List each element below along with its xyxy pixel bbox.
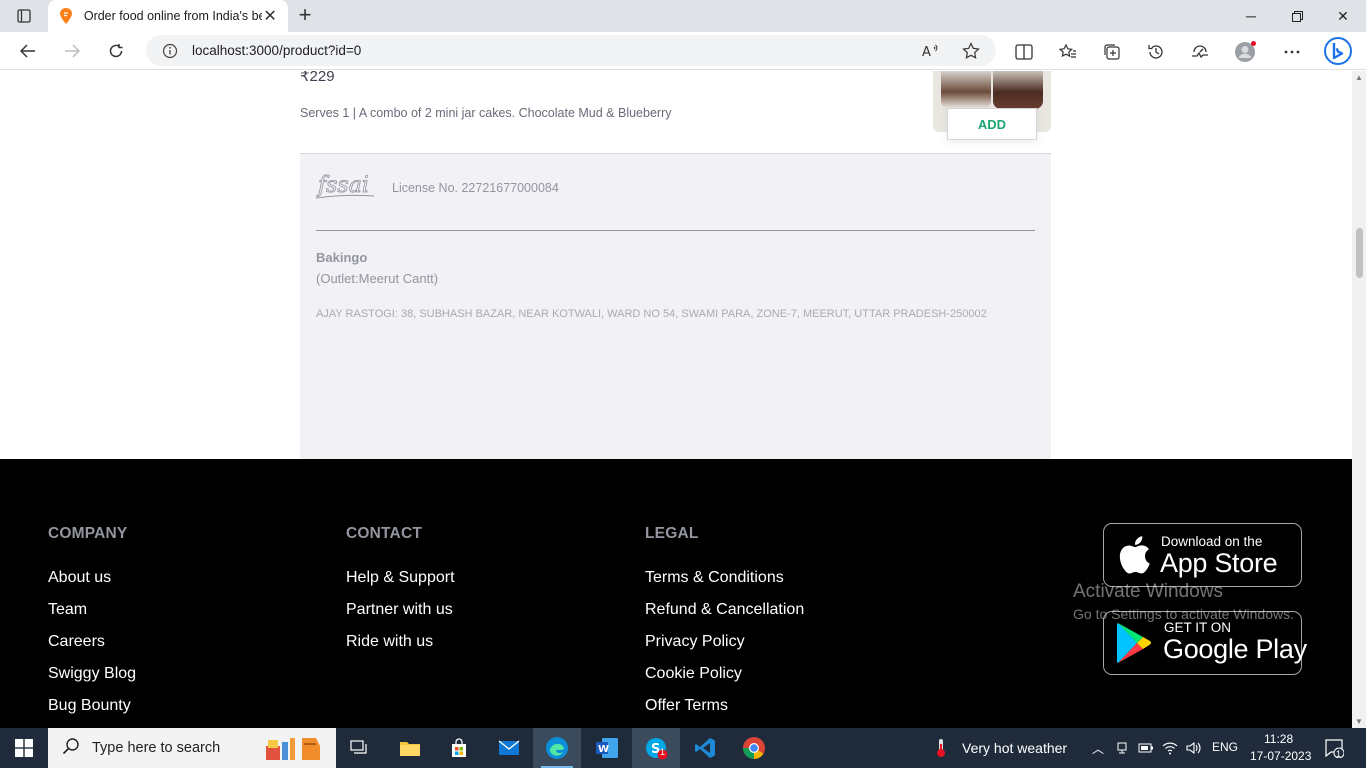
refresh-icon[interactable] xyxy=(101,36,131,66)
address-bar[interactable]: localhost:3000/product?id=0 A xyxy=(146,35,996,66)
minimize-icon[interactable]: ─ xyxy=(1228,0,1274,32)
jar-cake-right xyxy=(993,71,1043,109)
close-window-icon[interactable]: ✕ xyxy=(1320,0,1366,32)
footer-link-careers[interactable]: Careers xyxy=(48,633,105,651)
svg-text:A: A xyxy=(922,45,931,58)
footer-link-privacy[interactable]: Privacy Policy xyxy=(645,633,745,651)
fssai-logo: fssai xyxy=(316,170,376,202)
svg-text:W: W xyxy=(598,744,609,755)
restaurant-address: AJAY RASTOGI: 38, SUBHASH BAZAR, NEAR KO… xyxy=(316,308,987,320)
tab-actions-icon[interactable] xyxy=(8,4,40,28)
footer-legal-heading: LEGAL xyxy=(645,525,699,542)
url-text[interactable]: localhost:3000/product?id=0 xyxy=(192,43,361,58)
footer-company-heading: COMPANY xyxy=(48,525,128,542)
footer-link-cookie[interactable]: Cookie Policy xyxy=(645,665,742,683)
skype-badge: 1 xyxy=(660,747,666,757)
file-explorer-icon[interactable] xyxy=(386,728,434,768)
product-description: Serves 1 | A combo of 2 mini jar cakes. … xyxy=(300,106,672,120)
chrome-icon[interactable] xyxy=(730,728,778,768)
task-view-icon[interactable] xyxy=(336,728,384,768)
activate-windows-title: Activate Windows xyxy=(1073,581,1223,602)
history-icon[interactable] xyxy=(1145,41,1167,63)
scroll-up-icon[interactable]: ▲ xyxy=(1355,73,1363,82)
google-play-small-text: GET IT ON xyxy=(1164,620,1232,635)
weather-text[interactable]: Very hot weather xyxy=(962,740,1067,756)
new-tab-button[interactable]: + xyxy=(292,4,318,28)
browser-tab[interactable]: Order food online from India's best ✕ xyxy=(48,0,288,32)
profile-avatar-icon[interactable] xyxy=(1234,41,1256,63)
google-play-big-text: Google Play xyxy=(1163,634,1307,664)
footer-link-about-us[interactable]: About us xyxy=(48,569,111,587)
word-icon[interactable]: W xyxy=(583,728,631,768)
license-divider xyxy=(316,230,1035,231)
scroll-down-icon[interactable]: ▼ xyxy=(1355,717,1363,726)
page-content: ₹229 Serves 1 | A combo of 2 mini jar ca… xyxy=(0,71,1352,728)
browser-tab-bar: Order food online from India's best ✕ + … xyxy=(0,0,1366,32)
more-menu-icon[interactable] xyxy=(1281,41,1303,63)
language-indicator[interactable]: ENG xyxy=(1212,740,1238,754)
windows-start-icon[interactable] xyxy=(0,728,48,768)
show-hidden-icons-icon[interactable]: ︿ xyxy=(1090,740,1106,756)
clock-time[interactable]: 11:28 xyxy=(1264,732,1293,746)
license-section: fssai License No. 22721677000084 Bakingo… xyxy=(300,153,1051,463)
google-play-icon xyxy=(1116,622,1152,669)
footer-link-terms[interactable]: Terms & Conditions xyxy=(645,569,784,587)
performance-icon[interactable] xyxy=(1189,41,1211,63)
skype-icon[interactable]: S 1 xyxy=(632,728,680,768)
edge-browser-icon[interactable] xyxy=(533,728,581,768)
app-store-small-text: Download on the xyxy=(1161,534,1263,549)
weather-icon[interactable] xyxy=(934,738,948,763)
collections-icon[interactable] xyxy=(1101,41,1123,63)
microsoft-store-icon[interactable] xyxy=(435,728,483,768)
vscode-icon[interactable] xyxy=(681,728,729,768)
search-icon xyxy=(62,737,80,760)
notification-count: 1 xyxy=(1336,749,1342,759)
add-to-cart-button[interactable]: ADD xyxy=(947,108,1037,140)
jar-cake-left xyxy=(941,71,991,109)
mail-icon[interactable] xyxy=(485,728,533,768)
scrollbar-thumb[interactable] xyxy=(1356,228,1363,278)
browser-toolbar: localhost:3000/product?id=0 A xyxy=(0,32,1366,70)
favorite-star-icon[interactable] xyxy=(961,41,981,61)
clock-date[interactable]: 17-07-2023 xyxy=(1250,749,1311,763)
search-highlight-icon[interactable] xyxy=(264,732,328,769)
footer-link-bug-bounty[interactable]: Bug Bounty xyxy=(48,697,131,715)
activate-windows-subtitle: Go to Settings to activate Windows. xyxy=(1073,606,1294,622)
footer-link-ride-with-us[interactable]: Ride with us xyxy=(346,633,433,651)
footer-contact-heading: CONTACT xyxy=(346,525,423,542)
volume-icon[interactable] xyxy=(1186,740,1202,756)
battery-icon[interactable] xyxy=(1138,740,1154,756)
wifi-icon[interactable] xyxy=(1162,740,1178,756)
taskbar-search-box[interactable]: Type here to search xyxy=(48,728,336,768)
footer-link-refund[interactable]: Refund & Cancellation xyxy=(645,601,804,619)
site-info-icon[interactable] xyxy=(162,43,178,59)
apple-icon xyxy=(1118,536,1152,579)
bing-chat-icon[interactable] xyxy=(1322,35,1354,67)
app-store-big-text: App Store xyxy=(1160,548,1278,578)
back-arrow-icon[interactable] xyxy=(13,36,43,66)
footer-link-team[interactable]: Team xyxy=(48,601,87,619)
network-adapter-icon[interactable] xyxy=(1114,740,1130,756)
read-aloud-icon[interactable]: A xyxy=(921,41,941,61)
restaurant-outlet: (Outlet:Meerut Cantt) xyxy=(316,271,439,286)
page-scrollbar[interactable]: ▲ ▼ xyxy=(1352,71,1366,728)
split-screen-icon[interactable] xyxy=(1013,41,1035,63)
footer-link-partner-with-us[interactable]: Partner with us xyxy=(346,601,453,619)
taskbar-search-placeholder: Type here to search xyxy=(92,740,221,756)
restore-icon[interactable] xyxy=(1274,0,1320,32)
forward-arrow-icon[interactable] xyxy=(57,36,87,66)
footer-link-offer-terms[interactable]: Offer Terms xyxy=(645,697,728,715)
product-price: ₹229 xyxy=(300,71,335,85)
swiggy-favicon-icon xyxy=(58,8,74,24)
windows-taskbar: Type here to search W S 1 Very hot weath… xyxy=(0,728,1366,768)
tab-title: Order food online from India's best xyxy=(83,9,263,23)
license-number: License No. 22721677000084 xyxy=(392,181,559,195)
restaurant-brand-name: Bakingo xyxy=(316,250,368,265)
footer-link-swiggy-blog[interactable]: Swiggy Blog xyxy=(48,665,136,683)
app-store-button[interactable]: Download on the App Store xyxy=(1103,523,1302,587)
footer-link-help-support[interactable]: Help & Support xyxy=(346,569,455,587)
favorites-icon[interactable] xyxy=(1057,41,1079,63)
svg-text:fssai: fssai xyxy=(316,173,369,198)
tab-close-icon[interactable]: ✕ xyxy=(262,6,278,26)
